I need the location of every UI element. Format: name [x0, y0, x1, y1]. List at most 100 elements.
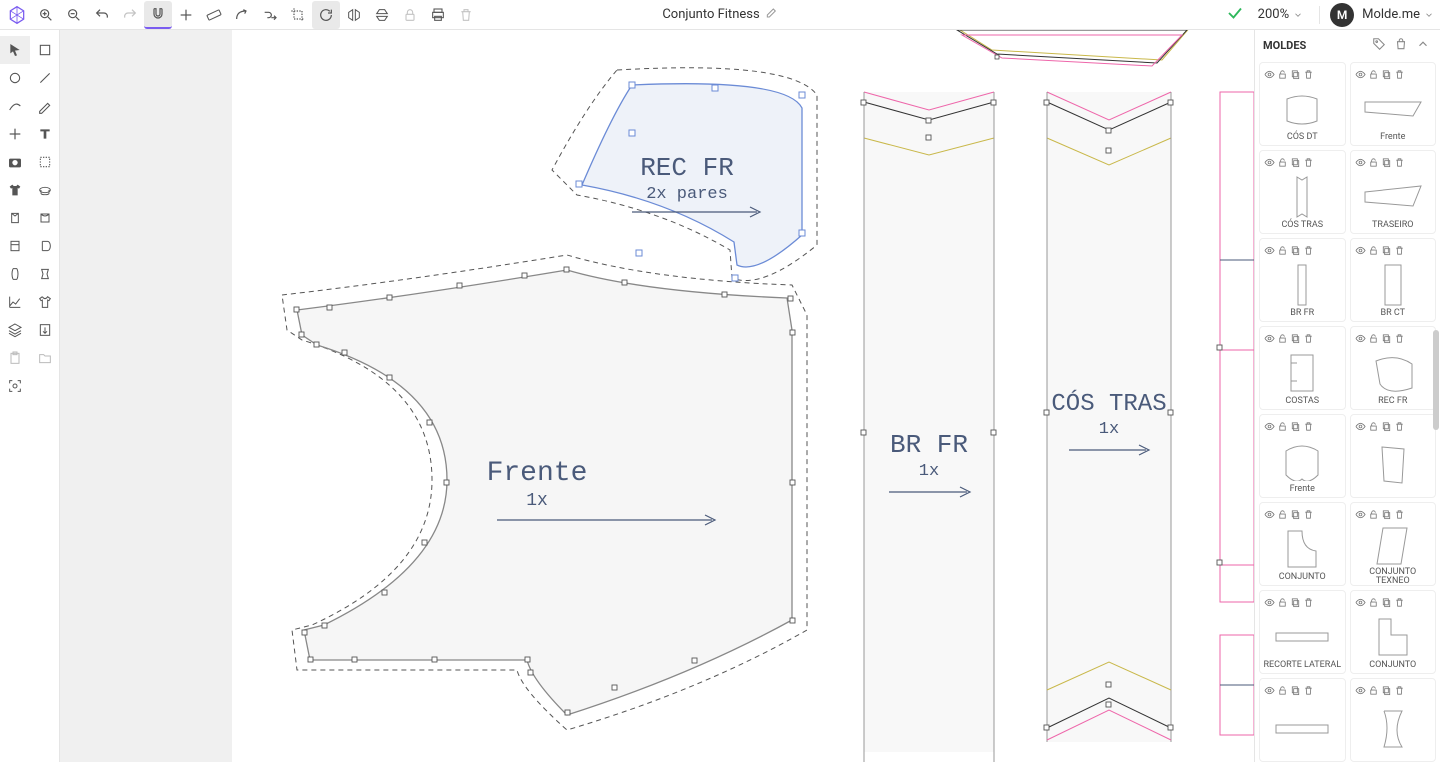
mold-lock-icon[interactable] [1277, 153, 1288, 172]
mold-visibility-icon[interactable] [1264, 65, 1275, 84]
mold-lock-icon[interactable] [1368, 153, 1379, 172]
panel-bag-icon[interactable] [1394, 37, 1410, 53]
mold-delete-icon[interactable] [1394, 681, 1405, 700]
camera-tool[interactable] [0, 148, 30, 176]
point-tool[interactable] [0, 120, 30, 148]
zoom-in-icon[interactable] [32, 1, 60, 29]
mold-item[interactable]: CONJUNTO [1350, 590, 1437, 674]
redo-icon[interactable] [116, 1, 144, 29]
piece-br-fr[interactable]: BR FR 1x [861, 92, 996, 762]
zoom-out-icon[interactable] [60, 1, 88, 29]
pattern-tool-a[interactable] [0, 204, 30, 232]
mold-visibility-icon[interactable] [1355, 505, 1366, 524]
mold-copy-icon[interactable] [1290, 593, 1301, 612]
piece-tool-b[interactable] [30, 232, 60, 260]
scan-tool[interactable] [0, 372, 30, 400]
piece-frente[interactable]: Frente 1x [282, 255, 807, 730]
mold-visibility-icon[interactable] [1264, 681, 1275, 700]
mold-delete-icon[interactable] [1303, 681, 1314, 700]
mold-lock-icon[interactable] [1277, 417, 1288, 436]
mold-copy-icon[interactable] [1381, 681, 1392, 700]
pointer-tool[interactable] [0, 36, 30, 64]
mold-lock-icon[interactable] [1368, 593, 1379, 612]
mold-item[interactable]: CÓS TRAS [1259, 150, 1346, 234]
print-icon[interactable] [424, 1, 452, 29]
mold-delete-icon[interactable] [1303, 153, 1314, 172]
piece-rec-fr[interactable]: REC FR 2x pares [552, 68, 817, 281]
pencil-tool[interactable] [30, 92, 60, 120]
mold-visibility-icon[interactable] [1264, 593, 1275, 612]
mold-item[interactable]: COSTAS [1259, 326, 1346, 410]
garment-tool-b[interactable] [30, 176, 60, 204]
mold-item[interactable]: Frente [1259, 414, 1346, 498]
piece-tool-a[interactable] [0, 232, 30, 260]
mold-visibility-icon[interactable] [1264, 417, 1275, 436]
mold-lock-icon[interactable] [1277, 681, 1288, 700]
panel-tag-icon[interactable] [1372, 37, 1388, 53]
lock-icon[interactable] [396, 1, 424, 29]
body-tool-a[interactable] [0, 260, 30, 288]
mold-visibility-icon[interactable] [1264, 241, 1275, 260]
shape-dash-tool[interactable] [30, 148, 60, 176]
mold-copy-icon[interactable] [1381, 241, 1392, 260]
mold-delete-icon[interactable] [1303, 417, 1314, 436]
clipboard-tool[interactable] [0, 344, 30, 372]
mold-lock-icon[interactable] [1277, 505, 1288, 524]
ruler-icon[interactable] [200, 1, 228, 29]
refresh-icon[interactable] [312, 1, 340, 29]
mold-visibility-icon[interactable] [1355, 681, 1366, 700]
garment-tool-a[interactable] [0, 176, 30, 204]
shirt-tool[interactable] [30, 288, 60, 316]
pen-curve-tool[interactable] [0, 92, 30, 120]
panel-scrollbar[interactable] [1433, 330, 1439, 430]
delete-icon[interactable] [452, 1, 480, 29]
mold-lock-icon[interactable] [1277, 241, 1288, 260]
mold-lock-icon[interactable] [1368, 505, 1379, 524]
mold-item[interactable] [1350, 678, 1437, 762]
brand-menu[interactable]: Molde.me [1362, 7, 1434, 22]
add-icon[interactable] [172, 1, 200, 29]
mold-item[interactable]: Frente [1350, 62, 1437, 146]
user-avatar[interactable]: M [1330, 3, 1354, 27]
mold-copy-icon[interactable] [1290, 153, 1301, 172]
mold-visibility-icon[interactable] [1264, 505, 1275, 524]
zoom-select[interactable]: 200% [1252, 5, 1309, 24]
folder-tool[interactable] [30, 344, 60, 372]
mold-visibility-icon[interactable] [1264, 153, 1275, 172]
piece-cos-tras[interactable]: CÓS TRAS 1x [1044, 92, 1173, 742]
circle-tool[interactable] [0, 64, 30, 92]
mold-copy-icon[interactable] [1381, 153, 1392, 172]
mold-copy-icon[interactable] [1381, 329, 1392, 348]
mold-lock-icon[interactable] [1277, 65, 1288, 84]
mold-lock-icon[interactable] [1277, 593, 1288, 612]
mold-copy-icon[interactable] [1290, 329, 1301, 348]
text-tool[interactable] [30, 120, 60, 148]
graph-tool[interactable] [0, 288, 30, 316]
line-tool[interactable] [30, 64, 60, 92]
mold-copy-icon[interactable] [1290, 681, 1301, 700]
mold-visibility-icon[interactable] [1355, 593, 1366, 612]
mold-lock-icon[interactable] [1368, 241, 1379, 260]
mold-item[interactable]: BR CT [1350, 238, 1437, 322]
mold-item[interactable]: TRASEIRO [1350, 150, 1437, 234]
mold-visibility-icon[interactable] [1355, 329, 1366, 348]
mold-delete-icon[interactable] [1394, 153, 1405, 172]
mold-lock-icon[interactable] [1368, 329, 1379, 348]
mold-delete-icon[interactable] [1394, 241, 1405, 260]
undo-icon[interactable] [88, 1, 116, 29]
artboard-tool[interactable] [30, 36, 60, 64]
panel-collapse-icon[interactable] [1416, 37, 1432, 53]
mold-copy-icon[interactable] [1290, 417, 1301, 436]
edit-title-icon[interactable] [766, 7, 778, 23]
mold-copy-icon[interactable] [1381, 505, 1392, 524]
mold-item[interactable] [1350, 414, 1437, 498]
mold-delete-icon[interactable] [1394, 417, 1405, 436]
mold-delete-icon[interactable] [1303, 241, 1314, 260]
mold-copy-icon[interactable] [1290, 65, 1301, 84]
mold-copy-icon[interactable] [1381, 65, 1392, 84]
mold-copy-icon[interactable] [1381, 417, 1392, 436]
mold-delete-icon[interactable] [1394, 505, 1405, 524]
mold-item[interactable] [1259, 678, 1346, 762]
mold-delete-icon[interactable] [1394, 65, 1405, 84]
design-canvas[interactable]: REC FR 2x pares [232, 30, 1254, 762]
